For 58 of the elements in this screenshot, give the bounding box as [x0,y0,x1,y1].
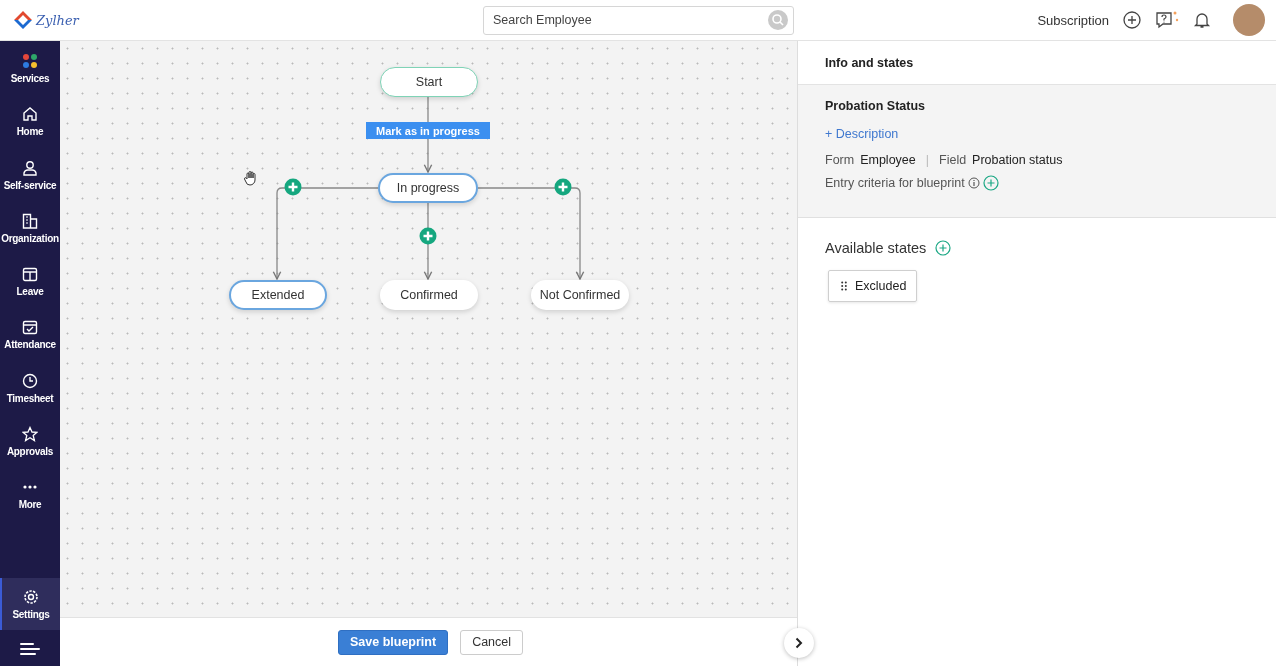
sidebar-item[interactable]: Leave [0,264,60,318]
add-circle-icon[interactable] [935,240,952,256]
add-transition-icon[interactable] [419,227,437,245]
search-icon[interactable] [768,10,788,30]
save-blueprint-button[interactable]: Save blueprint [338,629,449,655]
drag-handle-icon [841,281,847,291]
add-circle-icon[interactable] [982,175,999,191]
sidebar-item[interactable]: More [0,477,60,531]
sidebar-item[interactable]: Settings [0,578,60,630]
info-icon[interactable] [967,177,980,189]
hand-cursor-icon [243,170,259,186]
state-node[interactable]: Extended [229,280,327,310]
star-icon [22,426,38,443]
sidebar-item[interactable]: Self-service [0,157,60,211]
blueprint-name: Probation Status [825,99,925,113]
sidebar-item[interactable]: Attendance [0,317,60,371]
available-states-title: Available states [825,240,927,256]
building-icon [22,212,38,229]
subscription-link[interactable]: Subscription [1037,12,1109,28]
help-icon[interactable] [1155,10,1179,30]
calendar-icon [22,266,38,283]
logo-icon [13,10,33,30]
clock-icon [22,372,38,389]
sidebar-item[interactable]: Home [0,104,60,158]
more-icon [23,485,37,490]
menu-icon[interactable] [20,642,40,656]
state-node[interactable]: Not Confirmed [531,280,629,310]
form-value: Employee [860,153,916,167]
field-label: Field [939,153,967,167]
state-node[interactable]: Confirmed [380,280,478,310]
add-transition-icon[interactable] [284,178,302,196]
add-description-link[interactable]: + Description [825,127,899,141]
grid-dots-icon [22,53,38,69]
state-node[interactable]: Start [380,67,478,97]
cancel-button[interactable]: Cancel [460,629,524,655]
sidebar-item[interactable]: Organization [0,210,60,265]
sidebar-item[interactable]: Timesheet [0,370,60,425]
chevron-right-icon [795,637,803,649]
search-field[interactable]: Search Employee [483,5,794,35]
form-label: Form [825,153,855,167]
add-icon[interactable] [1123,11,1141,29]
expand-panel-button[interactable] [784,628,814,658]
entry-criteria-label: Entry criteria for blueprint [825,176,965,190]
state-chip[interactable]: Excluded [828,270,918,302]
field-value: Probation status [972,153,1063,167]
separator: | [925,153,929,167]
calendar-check-icon [22,319,38,336]
panel-title: Info and states [825,55,914,70]
home-icon [22,106,38,123]
person-icon [22,159,38,176]
sidebar-item[interactable]: Approvals [0,424,60,478]
state-node[interactable]: In progress [378,173,478,203]
bell-icon[interactable] [1193,11,1211,29]
settings-icon [23,588,39,605]
add-transition-icon[interactable] [554,178,572,196]
avatar[interactable] [1233,4,1265,36]
brand-name: Zylher [36,12,79,28]
sidebar-item[interactable]: Services [0,51,60,105]
